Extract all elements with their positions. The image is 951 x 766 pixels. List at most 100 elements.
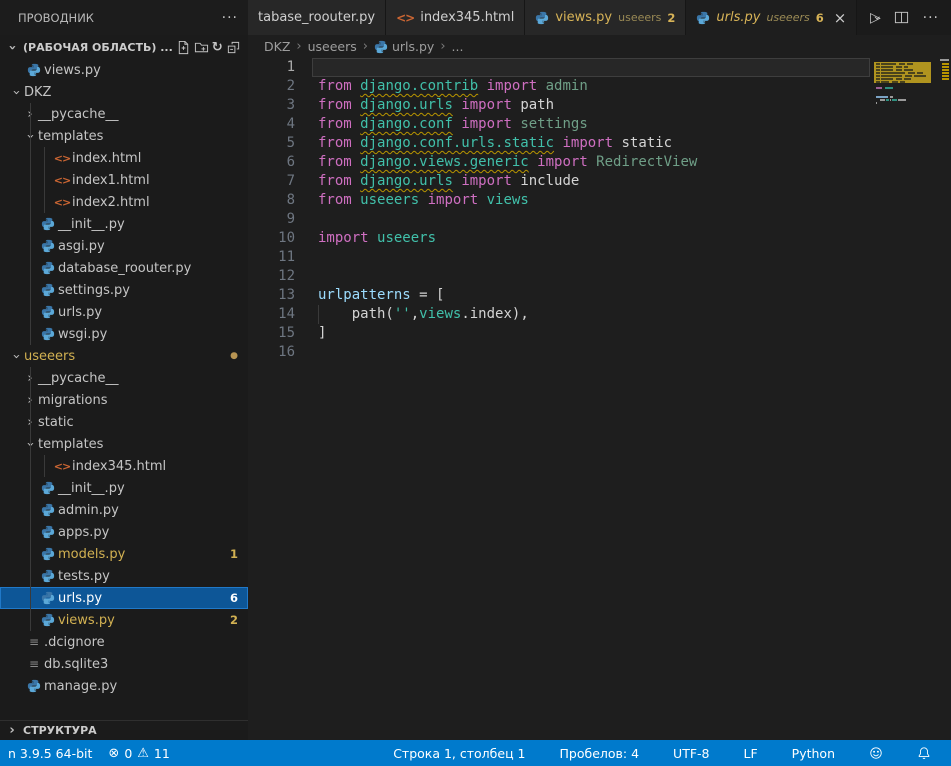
tree-item-__init__.py[interactable]: __init__.py — [0, 213, 248, 235]
tree-item-settings.py[interactable]: settings.py — [0, 279, 248, 301]
tree-item-index345.html[interactable]: <>index345.html — [0, 455, 248, 477]
code-line: ] — [318, 324, 871, 343]
html-icon: <> — [52, 174, 72, 187]
code-token — [419, 192, 427, 208]
minimap-line — [896, 66, 902, 68]
minimap-line — [876, 102, 877, 104]
views-and-more-actions-icon[interactable]: ··· — [222, 10, 238, 26]
tree-item-views.py[interactable]: views.py — [0, 59, 248, 81]
tree-item-templates[interactable]: ›templates — [0, 125, 248, 147]
tree-item-__pycache__[interactable]: ›__pycache__ — [0, 367, 248, 389]
tree-item-index.html[interactable]: <>index.html — [0, 147, 248, 169]
code-token: static — [613, 135, 672, 151]
code-token: , — [411, 306, 419, 322]
tree-item-.dcignore[interactable]: ≡.dcignore — [0, 631, 248, 653]
new-file-icon[interactable] — [176, 37, 191, 57]
tree-item-static[interactable]: ›static — [0, 411, 248, 433]
html-icon: <> — [52, 196, 72, 209]
tree-item-label: models.py — [58, 547, 125, 562]
tree-item-useeers[interactable]: ›useeers● — [0, 345, 248, 367]
workspace-section-header[interactable]: › (РАБОЧАЯ ОБЛАСТЬ) ... ↻ — [0, 35, 248, 59]
chevron-collapsed-icon: › — [4, 723, 20, 738]
new-folder-icon[interactable] — [194, 37, 209, 57]
tree-item-views.py[interactable]: views.py2 — [0, 609, 248, 631]
code-token: views — [419, 306, 461, 322]
tree-item-manage.py[interactable]: manage.py — [0, 675, 248, 697]
ruler-warning-mark — [942, 69, 949, 71]
tree-item-migrations[interactable]: ›migrations — [0, 389, 248, 411]
tree-item-label: DKZ — [24, 85, 51, 100]
tree-item-models.py[interactable]: models.py1 — [0, 543, 248, 565]
tree-item-label: urls.py — [58, 305, 102, 320]
tab-views.py[interactable]: views.pyuseeers2 — [525, 0, 686, 35]
feedback-icon[interactable] — [861, 740, 891, 766]
minimap-line — [876, 66, 880, 68]
minimap-line — [890, 96, 893, 98]
python-icon — [38, 613, 58, 627]
python-icon — [38, 525, 58, 539]
ruler-warning-mark — [942, 78, 949, 80]
tab-tabase_roouter.py[interactable]: tabase_roouter.py — [248, 0, 386, 35]
tree-item-tests.py[interactable]: tests.py — [0, 565, 248, 587]
indentation-status[interactable]: Пробелов: 4 — [552, 740, 648, 766]
minimap[interactable] — [872, 58, 938, 740]
cursor-position-status[interactable]: Строка 1, столбец 1 — [385, 740, 533, 766]
more-actions-icon[interactable]: ··· — [923, 10, 939, 26]
minimap-line — [914, 75, 927, 77]
code-token: = [ — [411, 287, 445, 303]
line-number: 1 — [248, 58, 295, 77]
breadcrumb-item-urls.py[interactable]: urls.py — [374, 39, 434, 54]
outline-section-header[interactable]: › СТРУКТУРА — [0, 720, 248, 740]
breadcrumb-label: useeers — [308, 39, 357, 54]
tree-item-label: index345.html — [72, 459, 166, 474]
code-editor[interactable]: 12345678910111213141516 from django.cont… — [248, 58, 951, 740]
tree-item-wsgi.py[interactable]: wsgi.py — [0, 323, 248, 345]
python-interpreter-status[interactable]: n 3.9.5 64-bit — [0, 740, 100, 766]
close-icon[interactable]: × — [834, 9, 847, 27]
tree-item-__pycache__[interactable]: ›__pycache__ — [0, 103, 248, 125]
notifications-bell-icon[interactable] — [909, 740, 939, 766]
collapse-folders-icon[interactable] — [226, 37, 241, 57]
language-mode-status[interactable]: Python — [784, 740, 843, 766]
tab-label: index345.html — [420, 10, 514, 25]
code-line — [318, 248, 871, 267]
tree-item-urls.py[interactable]: urls.py — [0, 301, 248, 323]
chevron-down-icon[interactable]: › — [870, 15, 884, 20]
tree-item-admin.py[interactable]: admin.py — [0, 499, 248, 521]
minimap-line — [881, 66, 893, 68]
tree-item-label: index2.html — [72, 195, 150, 210]
tab-index345.html[interactable]: <>index345.html — [386, 0, 525, 35]
breadcrumb-item-DKZ[interactable]: DKZ — [264, 39, 290, 54]
refresh-icon[interactable]: ↻ — [212, 37, 223, 57]
breadcrumb-item-useeers[interactable]: useeers — [308, 39, 357, 54]
tab-urls.py[interactable]: urls.pyuseeers6× — [686, 0, 857, 35]
tree-item-label: db.sqlite3 — [44, 657, 108, 672]
code-line: from django.views.generic import Redirec… — [318, 153, 871, 172]
code-token: from — [318, 154, 360, 170]
tree-item-asgi.py[interactable]: asgi.py — [0, 235, 248, 257]
tree-item-urls.py[interactable]: urls.py6 — [0, 587, 248, 609]
run-python-file-button[interactable]: ▷› — [870, 10, 880, 26]
tree-item-DKZ[interactable]: ›DKZ — [0, 81, 248, 103]
tree-item-__init__.py[interactable]: __init__.py — [0, 477, 248, 499]
minimap-line — [904, 78, 911, 80]
tree-item-db.sqlite3[interactable]: ≡db.sqlite3 — [0, 653, 248, 675]
tree-item-index1.html[interactable]: <>index1.html — [0, 169, 248, 191]
eol-status[interactable]: LF — [736, 740, 766, 766]
encoding-status[interactable]: UTF-8 — [665, 740, 717, 766]
split-editor-icon[interactable] — [894, 10, 909, 25]
breadcrumb-item-...[interactable]: ... — [452, 39, 464, 54]
line-number: 5 — [248, 134, 295, 153]
tree-item-apps.py[interactable]: apps.py — [0, 521, 248, 543]
code-token: import — [461, 97, 512, 113]
problems-status[interactable]: ⊗ 0 ⚠ 11 — [100, 740, 177, 766]
tree-item-index2.html[interactable]: <>index2.html — [0, 191, 248, 213]
code-line: import useeers — [318, 229, 871, 248]
python-icon — [24, 63, 44, 77]
tab-label: tabase_roouter.py — [258, 10, 375, 25]
tree-item-database_roouter.py[interactable]: database_roouter.py — [0, 257, 248, 279]
line-number: 10 — [248, 229, 295, 248]
tree-item-templates[interactable]: ›templates — [0, 433, 248, 455]
minimap-line — [881, 75, 902, 77]
tree-item-label: __init__.py — [58, 217, 125, 232]
